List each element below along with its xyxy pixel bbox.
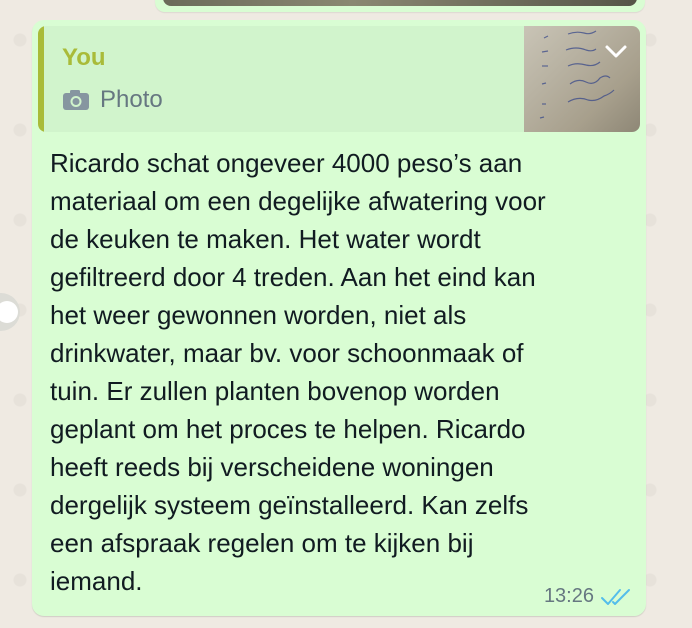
camera-icon	[63, 90, 89, 110]
whiteboard-thumbnail-image	[539, 30, 615, 119]
quoted-message[interactable]: You Photo	[38, 26, 640, 132]
double-check-icon	[601, 588, 630, 605]
chevron-down-icon[interactable]	[604, 44, 628, 60]
message-time: 13:26	[543, 585, 594, 607]
previous-image[interactable]	[163, 0, 637, 6]
forward-icon	[0, 301, 18, 323]
message-text: Ricardo schat ongeveer 4000 peso’s aan m…	[50, 148, 546, 596]
quote-type: Photo	[62, 86, 163, 114]
message-bubble[interactable]: You Photo Ricardo schat ongeveer 4000 pe…	[32, 20, 646, 616]
quote-type-label: Photo	[100, 86, 163, 113]
previous-message-bubble[interactable]	[155, 0, 645, 12]
quote-accent-bar	[38, 26, 44, 132]
quote-author: You	[62, 44, 106, 71]
message-meta: 13:26	[544, 585, 632, 608]
quote-thumbnail[interactable]	[524, 26, 640, 132]
